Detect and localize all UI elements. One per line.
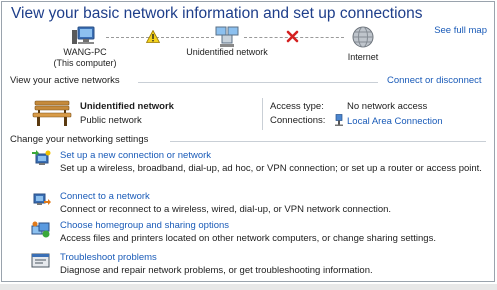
computer-node[interactable]: WANG-PC (This computer) [50, 26, 120, 69]
bottom-strip [0, 284, 497, 290]
ethernet-icon [335, 114, 343, 126]
setup-connection-desc: Set up a wireless, broadband, dial-up, a… [60, 163, 482, 174]
networking-settings-heading: Change your networking settings [10, 134, 149, 145]
connect-or-disconnect-link[interactable]: Connect or disconnect [387, 75, 482, 86]
globe-icon [352, 26, 374, 48]
access-type-value: No network access [347, 101, 428, 112]
connect-to-network-desc: Connect or reconnect to a wireless, wire… [60, 204, 392, 215]
internet-node[interactable]: Internet [338, 25, 388, 63]
connection-item[interactable]: Local Area Connection [334, 114, 443, 127]
bench-icon [32, 99, 72, 132]
connect-to-network-link[interactable]: Connect to a network [60, 191, 150, 202]
active-networks-heading: View your active networks [10, 75, 120, 86]
homegroup-icon [31, 221, 50, 238]
vertical-divider [262, 98, 263, 130]
homegroup-sharing-link[interactable]: Choose homegroup and sharing options [60, 220, 229, 231]
see-full-map-link[interactable]: See full map [434, 25, 487, 36]
internet-name: Internet [347, 52, 379, 62]
active-network-name: Unidentified network [80, 101, 174, 112]
local-area-connection-link[interactable]: Local Area Connection [347, 116, 443, 127]
connect-network-icon [33, 193, 51, 205]
connections-label: Connections: [270, 115, 326, 126]
network-icon [215, 26, 239, 47]
troubleshoot-desc: Diagnose and repair network problems, or… [60, 265, 373, 276]
network-node[interactable]: Unidentified network [177, 25, 277, 58]
settings-divider [170, 141, 486, 142]
new-connection-icon [32, 150, 51, 165]
page-title: View your basic network information and … [11, 5, 423, 22]
troubleshoot-link[interactable]: Troubleshoot problems [60, 252, 157, 263]
active-networks-divider [138, 82, 378, 83]
setup-connection-link[interactable]: Set up a new connection or network [60, 150, 211, 161]
computer-name: WANG-PC [63, 47, 107, 57]
computer-icon [72, 26, 95, 44]
network-name: Unidentified network [186, 47, 268, 57]
red-x-icon[interactable] [286, 30, 299, 48]
homegroup-sharing-desc: Access files and printers located on oth… [60, 233, 436, 244]
access-type-label: Access type: [270, 101, 324, 112]
troubleshoot-icon [31, 253, 50, 268]
computer-subtitle: (This computer) [53, 58, 117, 68]
warning-icon[interactable] [145, 29, 161, 48]
network-category-link[interactable]: Public network [80, 115, 142, 126]
